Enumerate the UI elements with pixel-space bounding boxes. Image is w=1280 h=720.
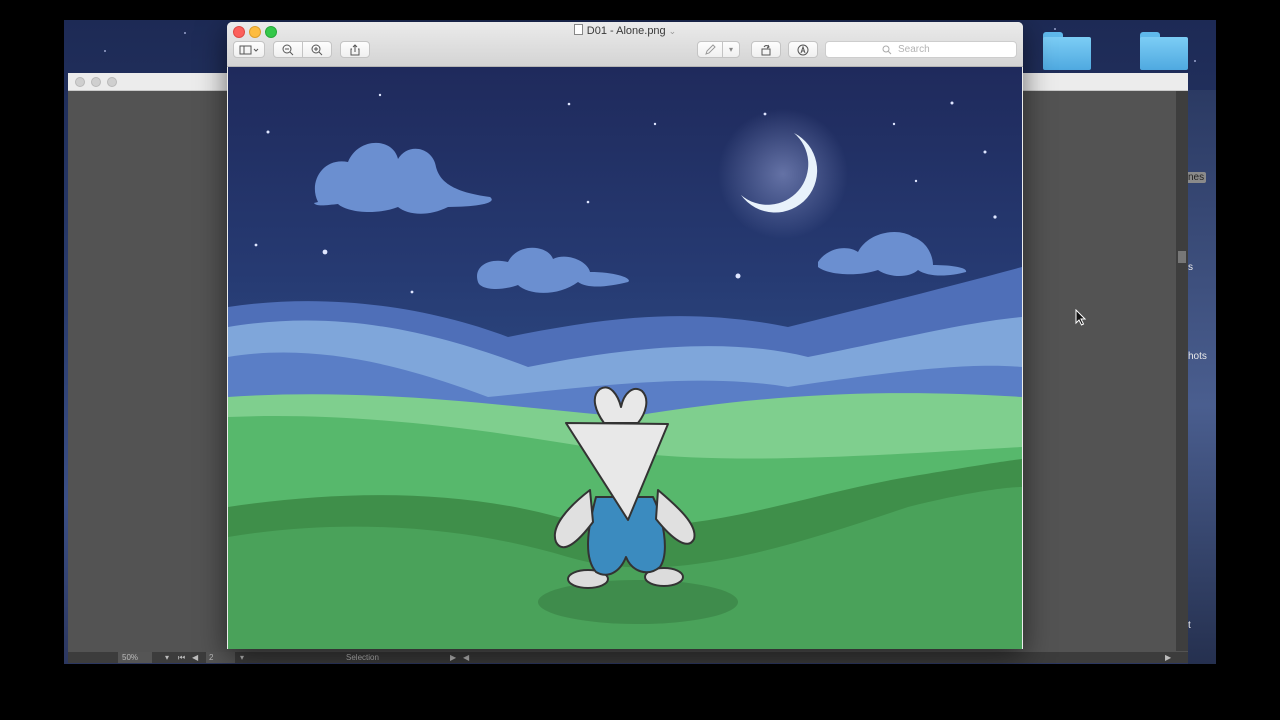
zoom-in-button[interactable] (302, 41, 332, 58)
desktop-icon-label: hots (1188, 351, 1207, 362)
scroll-left-icon[interactable]: ◀ (463, 652, 469, 663)
moon (718, 109, 848, 239)
window-title-text: D01 - Alone.png (586, 25, 666, 37)
desktop-folder-icon[interactable] (1043, 32, 1091, 70)
document-icon (573, 24, 583, 35)
tool-status-label: Selection (346, 653, 379, 662)
zoom-level-field[interactable]: 50% (118, 652, 153, 663)
desktop-icon-label: nes (1186, 172, 1207, 183)
status-bar: 50% ▾ ⏮ ◀ 2 ▾ Selection ▶ ◀ ▶ (68, 652, 1188, 663)
sidebar-button[interactable] (233, 41, 265, 58)
rotate-button[interactable] (751, 41, 781, 58)
markup-pen-button[interactable] (697, 41, 723, 58)
vertical-scrollbar[interactable] (1176, 91, 1188, 651)
share-icon (350, 43, 360, 55)
minimize-icon[interactable] (91, 77, 101, 87)
zoom-icon[interactable] (107, 77, 117, 87)
first-page-icon[interactable]: ⏮ (178, 652, 185, 663)
sidebar-toggle-icon (239, 45, 259, 54)
markup-icon (797, 44, 809, 55)
desktop-icon-label: s (1188, 262, 1193, 273)
rotate-icon (761, 44, 771, 55)
chevron-down-icon[interactable]: ▾ (165, 652, 169, 663)
image-canvas[interactable] (228, 67, 1022, 649)
close-icon[interactable] (75, 77, 85, 87)
search-input[interactable] (896, 43, 960, 56)
play-icon[interactable]: ▶ (450, 652, 456, 663)
page-number-field[interactable]: 2 (206, 652, 236, 663)
preview-toolbar: D01 - Alone.png ⌄ ▾ (227, 22, 1023, 67)
zoom-out-icon (282, 44, 294, 55)
chevron-down-icon: ▾ (728, 45, 733, 54)
window-title[interactable]: D01 - Alone.png ⌄ (227, 24, 1023, 37)
mouse-cursor-icon (1075, 309, 1087, 326)
scrollbar-thumb[interactable] (1178, 251, 1186, 263)
share-button[interactable] (340, 41, 370, 58)
chevron-down-icon[interactable]: ⌄ (669, 26, 677, 36)
chevron-down-icon[interactable]: ▾ (240, 652, 244, 663)
zoom-out-button[interactable] (273, 41, 303, 58)
search-field[interactable] (825, 41, 1017, 58)
search-icon (882, 45, 892, 54)
desktop-folder-icon[interactable] (1140, 32, 1188, 70)
desktop-icon-label: t (1188, 620, 1191, 631)
previous-page-icon[interactable]: ◀ (192, 652, 198, 663)
scroll-right-icon[interactable]: ▶ (1165, 652, 1171, 663)
zoom-in-icon (311, 44, 323, 55)
pen-options-button[interactable]: ▾ (722, 41, 740, 58)
preview-window[interactable]: D01 - Alone.png ⌄ ▾ (227, 22, 1023, 649)
pen-icon (705, 43, 716, 55)
markup-toolbar-button[interactable] (788, 41, 818, 58)
